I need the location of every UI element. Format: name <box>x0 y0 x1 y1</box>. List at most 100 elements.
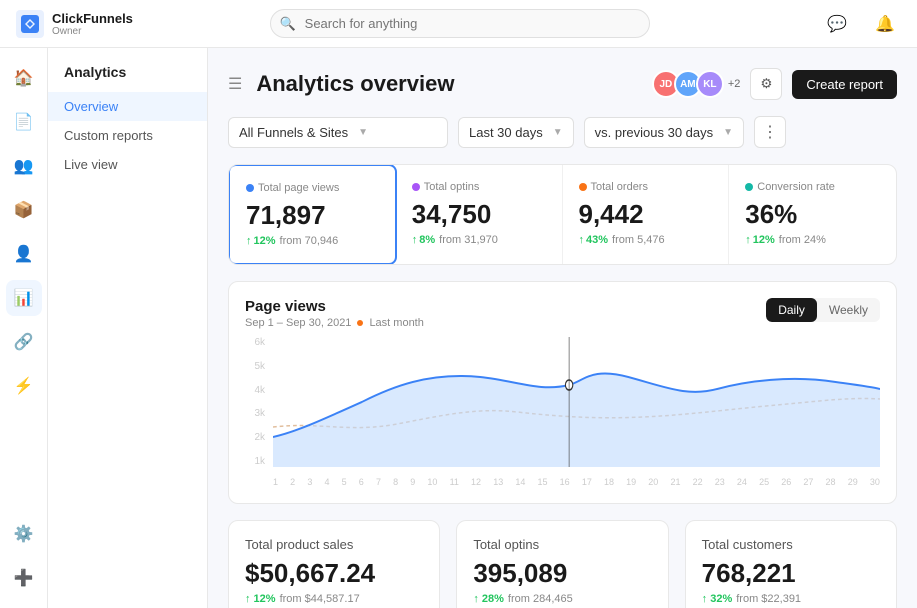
bottom-card-change: ↑ 32% from $22,391 <box>702 593 880 605</box>
nav-pages[interactable]: 📄 <box>6 104 42 140</box>
nav-add[interactable]: ➕ <box>6 560 42 596</box>
content-header: ☰ Analytics overview JD AM KL +2 ⚙ Creat… <box>228 68 897 100</box>
bottom-card-value: 768,221 <box>702 558 880 589</box>
nav-analytics[interactable]: 📊 <box>6 280 42 316</box>
sidebar-item-custom-reports[interactable]: Custom reports <box>48 121 207 150</box>
chart-legend: Last month <box>369 317 423 329</box>
avatar-count: +2 <box>728 78 741 90</box>
bottom-card-change-pct: ↑ 32% <box>702 593 733 605</box>
nav-settings[interactable]: ⚙️ <box>6 516 42 552</box>
stat-value: 9,442 <box>579 199 713 230</box>
chart-x-labels: 1234567891011121314151617181920212223242… <box>273 477 880 487</box>
bottom-card-title: Total optins <box>473 537 651 552</box>
nav-orders[interactable]: 📦 <box>6 192 42 228</box>
bottom-card-change-pct: ↑ 28% <box>473 593 504 605</box>
bottom-card-change-pct: ↑ 12% <box>245 593 276 605</box>
chart-x-label: 8 <box>393 477 398 487</box>
chart-toggle: Daily Weekly <box>766 298 880 322</box>
chart-x-label: 18 <box>604 477 614 487</box>
hamburger-icon[interactable]: ☰ <box>228 74 242 94</box>
nav-home[interactable]: 🏠 <box>6 60 42 96</box>
chart-x-label: 12 <box>471 477 481 487</box>
notifications-button[interactable]: 🔔 <box>869 8 901 40</box>
nav-contacts[interactable]: 👥 <box>6 148 42 184</box>
compare-filter-label: vs. previous 30 days <box>595 125 714 140</box>
chart-x-label: 30 <box>870 477 880 487</box>
stat-label: Total page views <box>246 182 379 194</box>
chart-subtitle: Sep 1 – Sep 30, 2021 Last month <box>245 317 424 329</box>
avatar-group: JD AM KL +2 <box>652 70 741 98</box>
sidebar-item-live-view[interactable]: Live view <box>48 150 207 179</box>
chart-x-label: 6 <box>359 477 364 487</box>
chart-x-label: 25 <box>759 477 769 487</box>
chart-x-label: 11 <box>450 477 459 487</box>
logo-icon <box>16 10 44 38</box>
bottom-card-change: ↑ 12% from $44,587.17 <box>245 593 423 605</box>
weekly-toggle-button[interactable]: Weekly <box>817 298 880 322</box>
messages-button[interactable]: 💬 <box>821 8 853 40</box>
funnel-filter-label: All Funnels & Sites <box>239 125 348 140</box>
compare-filter[interactable]: vs. previous 30 days ▼ <box>584 117 744 148</box>
filter-more-button[interactable]: ⋮ <box>754 116 786 148</box>
stat-label: Conversion rate <box>745 181 880 193</box>
chart-x-label: 3 <box>307 477 312 487</box>
chart-x-label: 13 <box>493 477 503 487</box>
chart-x-label: 16 <box>560 477 570 487</box>
stat-change: 12% from 24% <box>745 234 880 246</box>
funnel-filter[interactable]: All Funnels & Sites ▼ <box>228 117 448 148</box>
chart-y-label: 3k <box>245 408 265 419</box>
date-chevron-icon: ▼ <box>553 127 563 138</box>
stat-color-dot <box>745 183 753 191</box>
sidebar-item-overview[interactable]: Overview <box>48 92 207 121</box>
stat-color-dot <box>412 183 420 191</box>
filters-row: All Funnels & Sites ▼ Last 30 days ▼ vs.… <box>228 116 897 148</box>
stat-change: 8% from 31,970 <box>412 234 546 246</box>
chart-x-label: 26 <box>781 477 791 487</box>
chart-x-label: 15 <box>538 477 548 487</box>
search-input[interactable] <box>270 9 650 38</box>
stat-color-dot <box>579 183 587 191</box>
last-month-dot <box>357 320 363 326</box>
chart-x-label: 14 <box>515 477 525 487</box>
settings-button[interactable]: ⚙ <box>750 68 782 100</box>
stat-card-0: Total page views 71,897 12% from 70,946 <box>228 164 397 265</box>
stat-label: Total optins <box>412 181 546 193</box>
bottom-card-change: ↑ 28% from 284,465 <box>473 593 651 605</box>
compare-chevron-icon: ▼ <box>723 127 733 138</box>
chart-title: Page views <box>245 298 424 315</box>
bottom-card-value: $50,667.24 <box>245 558 423 589</box>
stat-change-pct: 8% <box>412 234 435 246</box>
stat-change: 12% from 70,946 <box>246 235 379 247</box>
chart-svg <box>273 337 880 467</box>
chart-y-label: 6k <box>245 337 265 348</box>
chart-x-label: 4 <box>324 477 329 487</box>
bottom-cards: Total product sales $50,667.24 ↑ 12% fro… <box>228 520 897 608</box>
stats-grid: Total page views 71,897 12% from 70,946 … <box>228 164 897 265</box>
stat-change: 43% from 5,476 <box>579 234 713 246</box>
app-name: ClickFunnels <box>52 11 133 26</box>
chart-x-label: 21 <box>670 477 680 487</box>
chart-x-label: 28 <box>826 477 836 487</box>
chart-x-label: 19 <box>626 477 636 487</box>
stat-card-2: Total orders 9,442 43% from 5,476 <box>563 165 730 264</box>
nav-integrations[interactable]: 🔗 <box>6 324 42 360</box>
stat-change-pct: 43% <box>579 234 609 246</box>
chart-area: 6k5k4k3k2k1k 1234567891011121314151 <box>245 337 880 487</box>
nav-automations[interactable]: ⚡ <box>6 368 42 404</box>
search-bar[interactable]: 🔍 <box>270 9 650 38</box>
stat-card-3: Conversion rate 36% 12% from 24% <box>729 165 896 264</box>
daily-toggle-button[interactable]: Daily <box>766 298 817 322</box>
chart-x-label: 22 <box>693 477 703 487</box>
chart-y-label: 5k <box>245 361 265 372</box>
search-icon: 🔍 <box>280 16 296 32</box>
main-content: ☰ Analytics overview JD AM KL +2 ⚙ Creat… <box>208 48 917 608</box>
sidebar-title: Analytics <box>48 64 207 92</box>
chart-x-label: 7 <box>376 477 381 487</box>
stat-change-pct: 12% <box>246 235 276 247</box>
stat-color-dot <box>246 184 254 192</box>
date-filter[interactable]: Last 30 days ▼ <box>458 117 574 148</box>
create-report-button[interactable]: Create report <box>792 70 897 99</box>
nav-members[interactable]: 👤 <box>6 236 42 272</box>
chart-x-label: 27 <box>803 477 813 487</box>
stat-value: 34,750 <box>412 199 546 230</box>
